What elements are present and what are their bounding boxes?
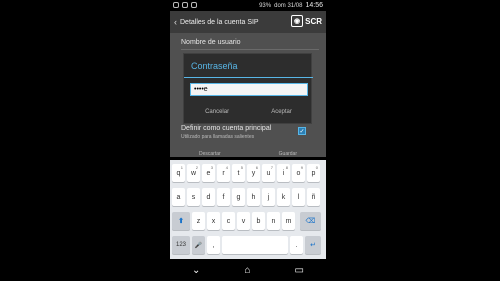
enter-key[interactable]: ↵ <box>305 236 321 254</box>
key-p[interactable]: 0p <box>307 164 320 182</box>
dialog-separator <box>184 77 313 78</box>
password-input[interactable]: ••••e <box>190 83 308 96</box>
dialog-title: Contraseña <box>191 61 238 71</box>
keyboard-row-1: 1q 2w 3e 4r 5t 6y 7u 8i 9o 0p <box>170 164 326 184</box>
mic-icon[interactable]: 🎤 <box>192 236 205 254</box>
divider <box>181 49 319 50</box>
key-d[interactable]: d <box>202 188 215 206</box>
default-account-label[interactable]: Definir como cuenta principal <box>181 125 271 132</box>
key-g[interactable]: g <box>232 188 245 206</box>
shift-key[interactable]: ⬆ <box>172 212 190 230</box>
comma-key[interactable]: , <box>207 236 220 254</box>
dialog-buttons: Cancelar Aceptar <box>184 109 313 121</box>
keyboard-row-4: 123 🎤 , . ↵ <box>170 236 326 256</box>
key-r[interactable]: 4r <box>217 164 230 182</box>
cancel-button[interactable]: Cancelar <box>205 109 229 121</box>
sync-icon <box>191 2 197 8</box>
notification-icon <box>173 2 179 8</box>
key-u[interactable]: 7u <box>262 164 275 182</box>
space-key[interactable] <box>222 236 288 254</box>
key-j[interactable]: j <box>262 188 275 206</box>
home-icon[interactable]: ⌂ <box>244 265 250 276</box>
key-z[interactable]: z <box>192 212 205 230</box>
key-w[interactable]: 2w <box>187 164 200 182</box>
key-o[interactable]: 9o <box>292 164 305 182</box>
key-c[interactable]: c <box>222 212 235 230</box>
key-f[interactable]: f <box>217 188 230 206</box>
key-t[interactable]: 5t <box>232 164 245 182</box>
recent-apps-icon[interactable]: ▭ <box>295 265 304 276</box>
back-nav-icon[interactable]: ⌄ <box>192 265 200 276</box>
key-i[interactable]: 8i <box>277 164 290 182</box>
default-account-sub: Utilizado para llamadas salientes <box>181 134 255 140</box>
key-h[interactable]: h <box>247 188 260 206</box>
clock: 14:56 <box>305 2 323 9</box>
back-arrow-icon[interactable]: ‹ <box>174 17 177 27</box>
keyboard-row-2: a s d f g h j k l ñ <box>170 188 326 208</box>
date-text: dom 31/08 <box>274 2 303 9</box>
scr-watermark: ◉ SCR <box>291 15 322 27</box>
keyboard-row-3: ⬆ z x c v b n m ⌫ <box>170 212 326 232</box>
key-y[interactable]: 6y <box>247 164 260 182</box>
status-bar: 93% dom 31/08 14:56 <box>170 0 326 11</box>
key-n-tilde[interactable]: ñ <box>307 188 320 206</box>
key-n[interactable]: n <box>267 212 280 230</box>
key-e[interactable]: 3e <box>202 164 215 182</box>
app-title: Detalles de la cuenta SIP <box>180 18 259 26</box>
username-label[interactable]: Nombre de usuario <box>181 39 241 46</box>
battery-text: 93% <box>259 2 272 9</box>
accept-button[interactable]: Aceptar <box>271 109 292 121</box>
record-icon: ◉ <box>291 15 304 27</box>
key-a[interactable]: a <box>172 188 185 206</box>
alarm-icon <box>182 2 188 8</box>
soft-keyboard: 1q 2w 3e 4r 5t 6y 7u 8i 9o 0p a s d f g … <box>170 160 326 259</box>
key-m[interactable]: m <box>282 212 295 230</box>
key-b[interactable]: b <box>252 212 265 230</box>
key-l[interactable]: l <box>292 188 305 206</box>
key-x[interactable]: x <box>207 212 220 230</box>
navigation-bar: ⌄ ⌂ ▭ <box>170 259 326 281</box>
default-account-checkbox[interactable]: ✓ <box>298 127 306 135</box>
app-bar: ‹ Detalles de la cuenta SIP ◉ SCR <box>170 11 326 33</box>
key-k[interactable]: k <box>277 188 290 206</box>
mode-123-key[interactable]: 123 <box>172 236 190 254</box>
backspace-key[interactable]: ⌫ <box>300 212 321 230</box>
password-dialog: Contraseña ••••e Cancelar Aceptar <box>183 53 313 124</box>
key-s[interactable]: s <box>187 188 200 206</box>
scr-label: SCR <box>305 16 322 26</box>
period-key[interactable]: . <box>290 236 303 254</box>
key-q[interactable]: 1q <box>172 164 185 182</box>
key-v[interactable]: v <box>237 212 250 230</box>
